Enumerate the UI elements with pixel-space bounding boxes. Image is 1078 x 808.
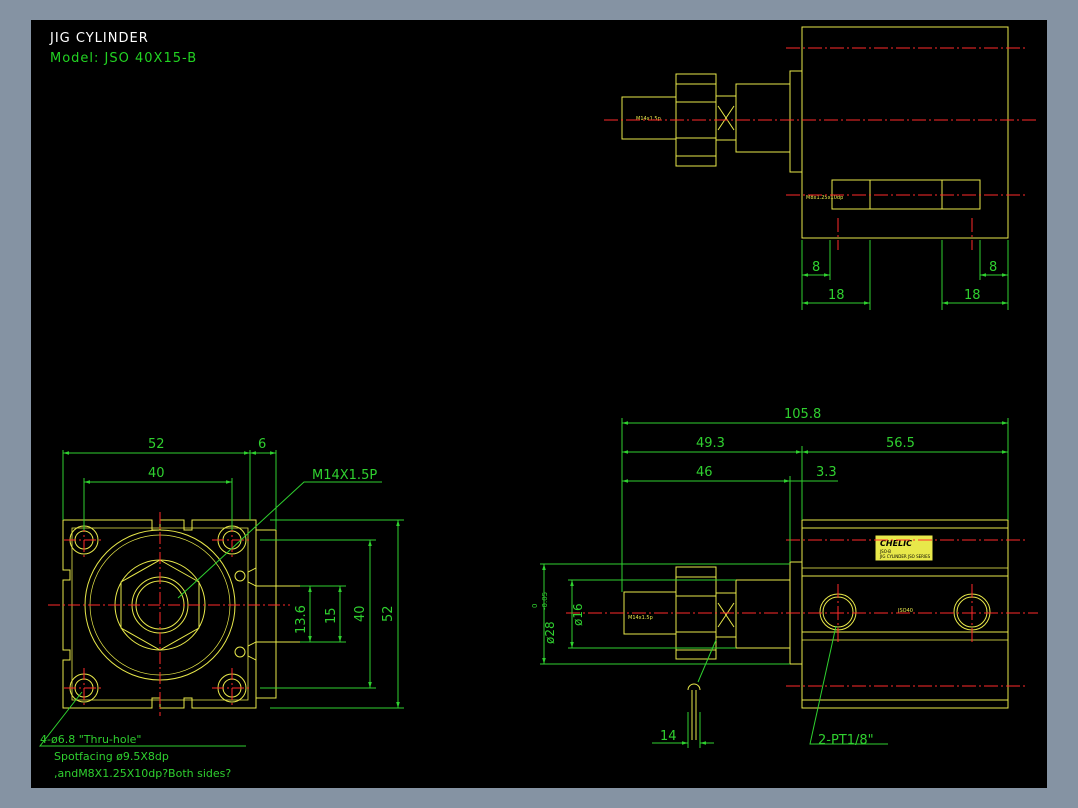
top-dim-left-8: 8 (812, 260, 820, 275)
side-dim-14: 14 (660, 729, 677, 744)
side-dim-rod-dia: ø16 (571, 603, 585, 626)
front-thread-callout: M14X1.5P (312, 468, 377, 483)
side-dimensions (540, 418, 1009, 748)
side-rod-boss (735, 579, 791, 649)
side-rod-thread-label: M14x1.5p (628, 615, 653, 621)
side-wrench-flat (687, 683, 701, 740)
top-rod-thread-label: M14x1.5p (636, 116, 661, 122)
top-dim-right-18: 18 (964, 288, 981, 303)
top-centerlines (604, 47, 1038, 250)
side-label-line2: JIG CYLINDER JSO SERIES (879, 554, 931, 559)
front-dim-52-side: 52 (381, 605, 396, 622)
front-note-line2: Spotfacing ø9.5X8dp (54, 750, 169, 763)
side-dim-tol-upper: 0 (531, 604, 539, 608)
top-dim-left-18: 18 (828, 288, 845, 303)
side-view (623, 519, 1009, 740)
front-centerlines (48, 512, 290, 716)
side-dim-49-3: 49.3 (696, 436, 725, 451)
side-dim-46: 46 (696, 465, 713, 480)
top-body (801, 26, 1009, 239)
front-note-line1: 4-ø6.8 "Thru-hole" (40, 733, 142, 746)
front-dim-13-6: 13.6 (294, 605, 309, 634)
side-dim-tol-lower: -0.05 (541, 592, 549, 610)
top-flange (789, 70, 803, 173)
front-dim-40-side: 40 (353, 605, 368, 622)
front-dim-6: 6 (258, 437, 266, 452)
front-side-plate (255, 529, 277, 699)
top-view (621, 26, 1009, 239)
front-note-line3: ,andM8X1.25X10dp?Both sides? (54, 767, 231, 780)
side-port-callout: 2-PT1/8" (818, 733, 874, 748)
front-dim-40-top: 40 (148, 466, 165, 481)
cad-drawing: M14x1.5p M8x1.25x10dp 8 8 18 18 52 6 40 … (38, 26, 1038, 780)
front-dim-52-top: 52 (148, 437, 165, 452)
side-dim-total: 105.8 (784, 407, 821, 422)
side-dim-bore-dia: ø28 (543, 621, 557, 644)
side-dim-3-3: 3.3 (816, 465, 837, 480)
top-port-note: M8x1.25x10dp (806, 195, 843, 201)
front-dimensions (38, 450, 404, 747)
top-dim-right-8: 8 (989, 260, 997, 275)
front-view (62, 519, 300, 709)
front-dim-15: 15 (324, 607, 339, 624)
side-dim-56-5: 56.5 (886, 436, 915, 451)
top-rod-boss (735, 83, 791, 153)
